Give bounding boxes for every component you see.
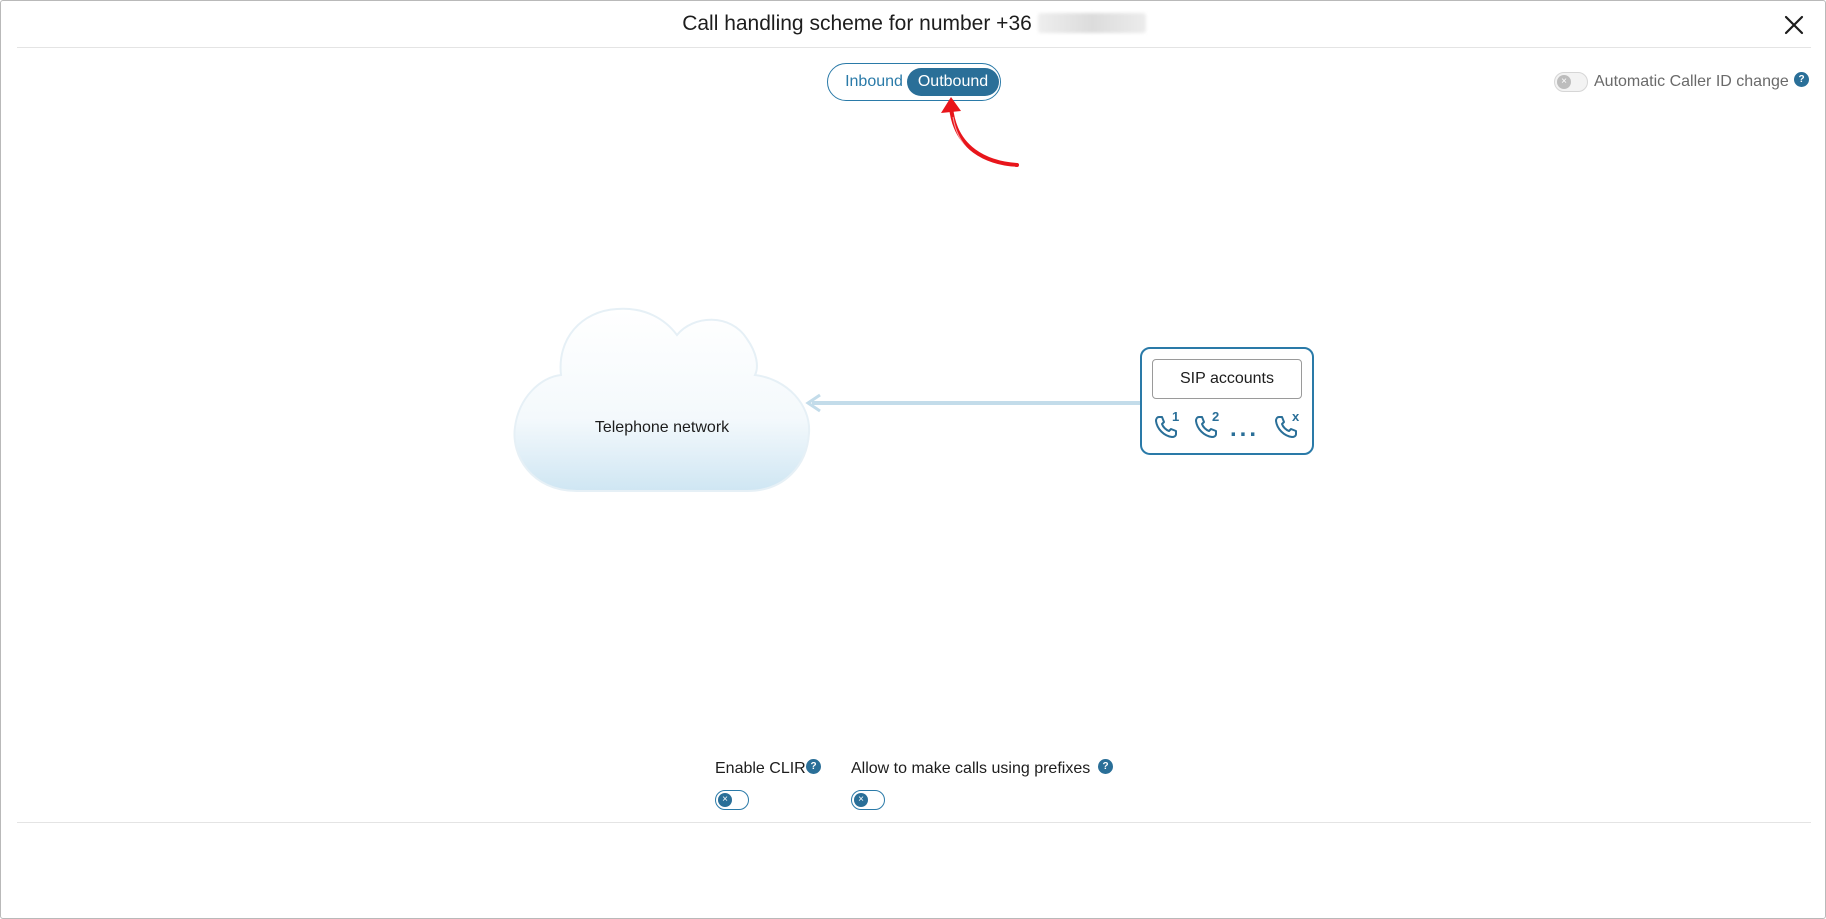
- footer-divider: [17, 822, 1811, 823]
- help-icon[interactable]: ?: [1794, 72, 1809, 87]
- annotation-arrow: [941, 97, 1019, 168]
- dialog-title-text: Call handling scheme for number +36: [682, 12, 1032, 35]
- toggle-off-icon: ×: [1557, 75, 1571, 89]
- outbound-tab[interactable]: Outbound: [907, 68, 999, 96]
- auto-caller-id-toggle[interactable]: ×: [1554, 72, 1588, 92]
- toggle-off-icon: ×: [718, 793, 732, 807]
- close-icon: [1784, 15, 1804, 35]
- flow-arrow: [805, 393, 1142, 413]
- help-icon[interactable]: ?: [806, 759, 821, 774]
- enable-clir-label: Enable CLIR: [715, 760, 806, 777]
- dialog-header: Call handling scheme for number +36: [1, 1, 1826, 47]
- sip-accounts-box: SIP accounts 1 2 ... x: [1140, 347, 1314, 455]
- toggle-off-icon: ×: [854, 793, 868, 807]
- sip-phone-1: 1: [1154, 409, 1186, 441]
- direction-switch: Inbound Outbound: [827, 63, 1001, 101]
- call-scheme-dialog: Call handling scheme for number +36 Inbo…: [0, 0, 1826, 919]
- enable-clir-toggle[interactable]: ×: [715, 790, 749, 810]
- sip-phone-x: x: [1274, 409, 1306, 441]
- redacted-number: [1037, 13, 1146, 33]
- prefix-calls-toggle[interactable]: ×: [851, 790, 885, 810]
- sip-phone-2: 2: [1194, 409, 1226, 441]
- inbound-tab[interactable]: Inbound: [834, 68, 914, 96]
- telephone-network-label: Telephone network: [594, 419, 730, 436]
- header-divider: [17, 47, 1811, 48]
- auto-caller-id-label: Automatic Caller ID change: [1594, 73, 1789, 90]
- phone-index: 2: [1212, 409, 1220, 424]
- cloud-icon: [513, 307, 811, 492]
- close-button[interactable]: [1782, 13, 1806, 37]
- phone-index: 1: [1172, 409, 1180, 424]
- help-icon[interactable]: ?: [1098, 759, 1113, 774]
- phone-index: x: [1292, 409, 1300, 424]
- dialog-title: Call handling scheme for number +36: [1, 12, 1826, 36]
- ellipsis-icon: ...: [1230, 415, 1260, 442]
- prefix-calls-label: Allow to make calls using prefixes: [851, 760, 1091, 777]
- sip-accounts-label: SIP accounts: [1152, 359, 1302, 399]
